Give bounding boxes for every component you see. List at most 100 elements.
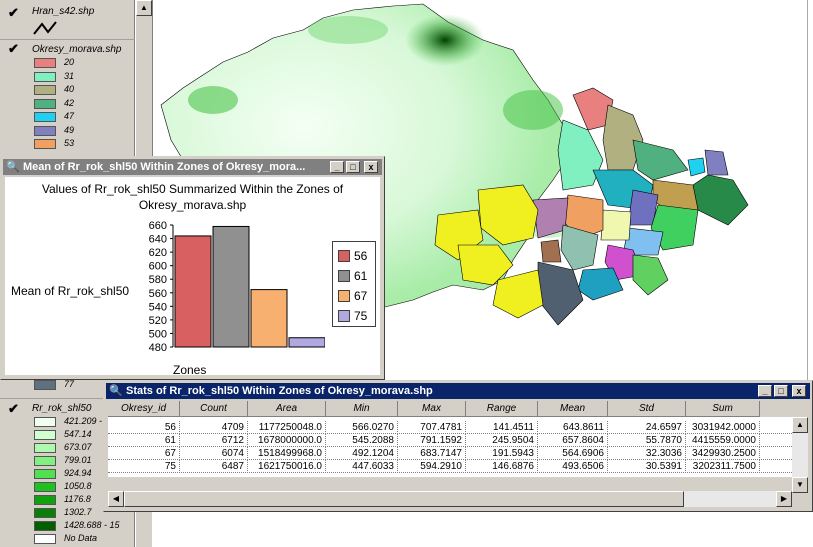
column-header[interactable]: Range bbox=[466, 401, 538, 417]
scroll-down-button[interactable]: ▼ bbox=[792, 477, 808, 493]
legend-class-label: 31 bbox=[64, 70, 75, 81]
table-cell: 566.0270 bbox=[326, 421, 398, 434]
column-header[interactable]: Max bbox=[398, 401, 466, 417]
chart-legend-label: 75 bbox=[354, 309, 368, 323]
layer-visibility-checkbox[interactable]: ✔ bbox=[8, 6, 21, 19]
stats-window[interactable]: 🔍 Stats of Rr_rok_shl50 Within Zones of … bbox=[103, 380, 813, 512]
close-button[interactable]: x bbox=[364, 161, 378, 173]
table-row[interactable]: 61 6712 1678000000.0 545.2088 791.1592 245.95… bbox=[108, 434, 792, 447]
table-row[interactable]: 75 6487 1621750016.0 447.6033 594.2910 146.68… bbox=[108, 460, 792, 473]
legend-class-label: 1050.8 bbox=[64, 481, 92, 491]
district bbox=[600, 209, 632, 241]
legend-swatch bbox=[34, 71, 56, 82]
table-cell: 3031942.0000 bbox=[686, 421, 760, 434]
column-header[interactable]: Mean bbox=[538, 401, 608, 417]
legend-swatch bbox=[34, 139, 56, 149]
legend-swatch bbox=[34, 417, 56, 427]
table-cell: 24.6597 bbox=[608, 421, 686, 434]
table-cell: 61 bbox=[108, 434, 180, 447]
chart-window[interactable]: 🔍 Mean of Rr_rok_shl50 Within Zones of O… bbox=[0, 156, 385, 380]
table-cell: 56 bbox=[108, 421, 180, 434]
legend-class-label: 1176.8 bbox=[64, 494, 91, 504]
column-header[interactable]: Count bbox=[180, 401, 248, 417]
table-header: Okresy_id Count Area Min Max Range Mean Std Sum bbox=[108, 401, 792, 417]
legend-class-label: 421.209 - bbox=[64, 416, 103, 426]
scroll-up-button[interactable]: ▲ bbox=[136, 0, 152, 16]
y-tick-label: 480 bbox=[149, 342, 167, 354]
legend-swatch bbox=[34, 98, 56, 109]
chart-area: Values of Rr_rok_shl50 Summarized Within… bbox=[5, 177, 380, 377]
minimize-button[interactable]: _ bbox=[758, 385, 772, 397]
layer-name: Okresy_morava.shp bbox=[32, 44, 122, 55]
legend-swatch bbox=[34, 482, 56, 492]
table-cell: 75 bbox=[108, 460, 180, 473]
legend-class-label: 20 bbox=[64, 57, 75, 67]
table-cell: 245.9504 bbox=[466, 434, 538, 447]
table-cell: 141.4511 bbox=[466, 421, 538, 434]
column-header[interactable]: Okresy_id bbox=[108, 401, 180, 417]
table-hscrollbar[interactable]: ◀ ▶ bbox=[108, 491, 792, 507]
chart-window-titlebar[interactable]: 🔍 Mean of Rr_rok_shl50 Within Zones of O… bbox=[3, 159, 382, 175]
bar-56 bbox=[174, 235, 212, 348]
stats-window-titlebar[interactable]: 🔍 Stats of Rr_rok_shl50 Within Zones of … bbox=[106, 383, 810, 399]
table-cell: 146.6876 bbox=[466, 460, 538, 473]
district bbox=[704, 149, 729, 176]
chart-legend-swatch bbox=[338, 250, 350, 262]
table-cell: 492.1204 bbox=[326, 447, 398, 460]
scroll-right-button[interactable]: ▶ bbox=[776, 491, 792, 507]
legend-swatch bbox=[34, 508, 56, 518]
table-cell: 1678000000.0 bbox=[248, 434, 326, 447]
legend-swatch bbox=[34, 521, 56, 531]
close-button[interactable]: x bbox=[792, 385, 806, 397]
scroll-up-button[interactable]: ▲ bbox=[792, 417, 808, 433]
column-header[interactable]: Sum bbox=[686, 401, 760, 417]
table-cell: 493.6506 bbox=[538, 460, 608, 473]
scroll-left-button[interactable]: ◀ bbox=[108, 491, 124, 507]
layer-visibility-checkbox[interactable]: ✔ bbox=[8, 42, 21, 55]
table-cell: 6487 bbox=[180, 460, 248, 473]
y-tick-label: 500 bbox=[149, 328, 167, 340]
table-cell: 6074 bbox=[180, 447, 248, 460]
column-header[interactable]: Area bbox=[248, 401, 326, 417]
y-axis-label: Mean of Rr_rok_shl50 bbox=[11, 284, 129, 298]
minimize-button[interactable]: _ bbox=[330, 161, 344, 173]
table-cell: 1621750016.0 bbox=[248, 460, 326, 473]
table-cell: 191.5943 bbox=[466, 447, 538, 460]
y-tick-label: 560 bbox=[149, 288, 167, 300]
legend-swatch bbox=[34, 469, 56, 479]
chart-legend-swatch bbox=[338, 270, 350, 282]
legend-class-label: No Data bbox=[64, 533, 98, 543]
legend-swatch bbox=[34, 58, 56, 68]
chart-legend-label: 67 bbox=[354, 289, 368, 303]
district bbox=[537, 261, 584, 326]
maximize-button[interactable]: □ bbox=[346, 161, 360, 173]
legend-swatch bbox=[34, 495, 56, 505]
column-header[interactable]: Std bbox=[608, 401, 686, 417]
legend-layer-hran[interactable]: ✔ Hran_s42.shp bbox=[0, 0, 135, 40]
layer-visibility-checkbox[interactable]: ✔ bbox=[8, 402, 21, 415]
legend-class-label: 47 bbox=[64, 111, 75, 121]
y-tick-label: 540 bbox=[149, 301, 167, 313]
table-row[interactable]: 56 4709 1177250048.0 566.0270 707.4781 141.45… bbox=[108, 421, 792, 434]
table-cell: 1177250048.0 bbox=[248, 421, 326, 434]
bar-67 bbox=[250, 289, 288, 348]
stats-window-icon: 🔍 bbox=[109, 385, 123, 397]
legend-class-label: 1428.688 - 15 bbox=[64, 520, 120, 530]
layer-name: Rr_rok_shl50 bbox=[32, 403, 92, 414]
layer-name: Hran_s42.shp bbox=[32, 6, 95, 17]
table-row[interactable]: 67 6074 1518499968.0 492.1204 683.7147 191.59… bbox=[108, 447, 792, 460]
column-header[interactable]: Min bbox=[326, 401, 398, 417]
table-cell: 3429930.2500 bbox=[686, 447, 760, 460]
table-cell: 707.4781 bbox=[398, 421, 466, 434]
table-body: 56 4709 1177250048.0 566.0270 707.4781 141.45… bbox=[108, 417, 792, 477]
scroll-thumb[interactable] bbox=[124, 491, 684, 507]
table-cell: 32.3036 bbox=[608, 447, 686, 460]
legend-class-label: 673.07 bbox=[64, 442, 92, 452]
y-tick-label: 580 bbox=[149, 274, 167, 286]
y-tick-label: 520 bbox=[149, 315, 167, 327]
table-vscrollbar[interactable]: ▲ ▼ bbox=[792, 417, 808, 493]
table-cell: 1518499968.0 bbox=[248, 447, 326, 460]
map-scrollbar[interactable] bbox=[807, 0, 813, 380]
maximize-button[interactable]: □ bbox=[774, 385, 788, 397]
legend-class-label: 1302.7 bbox=[64, 507, 92, 517]
